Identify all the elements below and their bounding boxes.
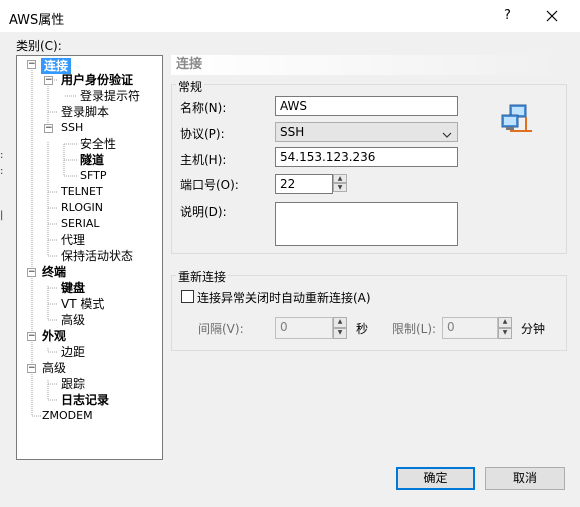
tree-item-ssh[interactable]: SSH — [61, 120, 83, 136]
tree-item-telnet[interactable]: TELNET — [61, 184, 103, 200]
port-field[interactable]: 22 — [275, 174, 333, 194]
port-label: 端口号(O): — [180, 178, 239, 192]
tree-item-vt-mode[interactable]: VT 模式 — [61, 296, 104, 312]
ok-button[interactable]: 确定 — [396, 467, 475, 490]
host-field[interactable]: 54.153.123.236 — [275, 147, 458, 167]
background-window-fragment: : — [0, 150, 4, 161]
tree-item-advanced[interactable]: 高级 — [42, 360, 66, 376]
collapse-icon[interactable]: − — [27, 60, 36, 69]
auto-reconnect-label[interactable]: 连接异常关闭时自动重新连接(A) — [197, 289, 371, 306]
spin-down-icon[interactable]: ▼ — [498, 328, 512, 339]
close-icon[interactable] — [540, 4, 564, 28]
tree-item-user-auth[interactable]: 用户身份验证 — [61, 72, 133, 88]
description-field[interactable] — [275, 202, 458, 246]
spin-up-icon[interactable]: ▲ — [333, 174, 347, 183]
reconnect-group — [171, 275, 567, 351]
tree-item-appearance[interactable]: 外观 — [42, 328, 66, 344]
protocol-label: 协议(P): — [180, 127, 225, 141]
tree-item-terminal[interactable]: 终端 — [42, 264, 66, 280]
description-label: 说明(D): — [180, 205, 227, 219]
tree-item-margins[interactable]: 边距 — [61, 344, 85, 360]
auto-reconnect-checkbox[interactable] — [181, 290, 194, 303]
limit-spinner[interactable]: ▲ ▼ — [498, 317, 512, 339]
collapse-icon[interactable]: − — [27, 364, 36, 373]
panel-title: 连接 — [171, 55, 566, 75]
tree-item-security[interactable]: 安全性 — [80, 136, 116, 152]
port-spinner[interactable]: ▲ ▼ — [333, 174, 347, 192]
interval-spinner[interactable]: ▲ ▼ — [333, 317, 347, 339]
interval-field[interactable]: 0 — [275, 317, 333, 339]
collapse-icon[interactable]: − — [44, 124, 53, 133]
title-bar: AWS属性 ? — [0, 0, 580, 32]
spin-up-icon[interactable]: ▲ — [333, 317, 347, 328]
collapse-icon[interactable]: − — [44, 76, 53, 85]
tree-item-serial[interactable]: SERIAL — [61, 216, 99, 232]
tree-item-keepalive[interactable]: 保持活动状态 — [61, 248, 133, 264]
tree-item-sftp[interactable]: SFTP — [80, 168, 106, 184]
tree-item-login-script[interactable]: 登录脚本 — [61, 104, 109, 120]
interval-unit: 秒 — [356, 322, 369, 336]
tree-item-proxy[interactable]: 代理 — [61, 232, 85, 248]
spin-down-icon[interactable]: ▼ — [333, 328, 347, 339]
host-label: 主机(H): — [180, 153, 227, 167]
chevron-down-icon — [442, 127, 452, 145]
background-window-fragment: : — [0, 166, 4, 177]
collapse-icon[interactable]: − — [27, 268, 36, 277]
collapse-icon[interactable]: − — [27, 332, 36, 341]
network-computer-icon — [501, 104, 532, 132]
tree-item-logging[interactable]: 日志记录 — [61, 392, 109, 408]
limit-field[interactable]: 0 — [442, 317, 498, 339]
limit-unit: 分钟 — [521, 322, 546, 336]
tree-item-zmodem[interactable]: ZMODEM — [42, 408, 93, 424]
spin-up-icon[interactable]: ▲ — [498, 317, 512, 328]
help-button[interactable]: ? — [504, 8, 511, 23]
cancel-button[interactable]: 取消 — [485, 467, 565, 490]
category-label: 类别(C): — [16, 39, 62, 53]
category-tree[interactable]: − 连接 − 用户身份验证 登录提示符 登录脚本 − SSH 安全性 隧道 SF… — [16, 55, 163, 460]
protocol-value: SSH — [280, 125, 305, 139]
name-field[interactable]: AWS — [275, 96, 458, 116]
name-label: 名称(N): — [180, 101, 227, 115]
protocol-select[interactable]: SSH — [275, 122, 458, 142]
tree-item-rlogin[interactable]: RLOGIN — [61, 200, 103, 216]
spin-down-icon[interactable]: ▼ — [333, 183, 347, 192]
tree-item-trace[interactable]: 跟踪 — [61, 376, 85, 392]
tree-item-login-prompt[interactable]: 登录提示符 — [80, 88, 140, 104]
tree-item-tunnel[interactable]: 隧道 — [80, 152, 104, 168]
tree-item-keyboard[interactable]: 键盘 — [61, 280, 85, 296]
limit-label: 限制(L): — [392, 322, 437, 336]
interval-label: 间隔(V): — [198, 322, 244, 336]
background-window-fragment: | — [0, 210, 4, 221]
general-group-title: 常规 — [176, 78, 205, 95]
reconnect-group-title: 重新连接 — [176, 268, 229, 285]
tree-item-terminal-advanced[interactable]: 高级 — [61, 312, 85, 328]
window-title: AWS属性 — [9, 13, 65, 28]
